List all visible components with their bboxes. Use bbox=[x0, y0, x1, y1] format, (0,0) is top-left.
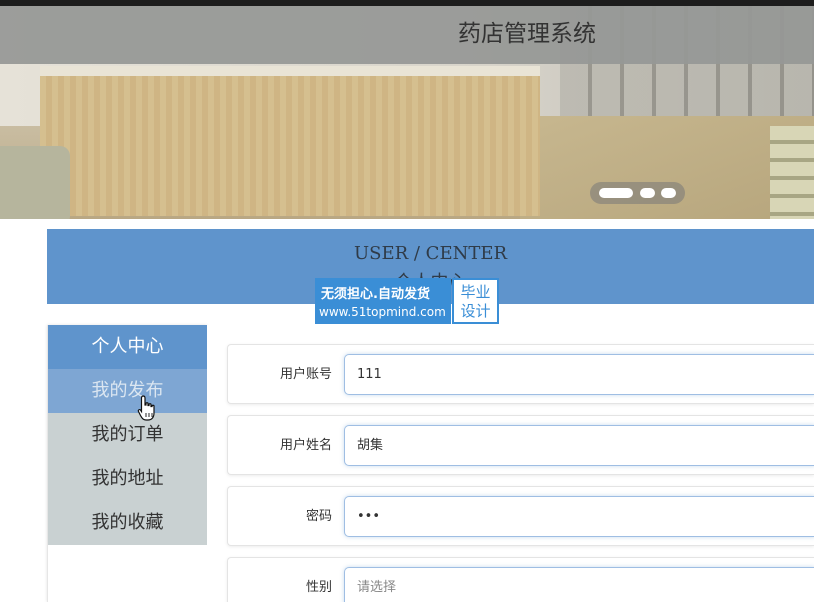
carousel-dot-3[interactable] bbox=[661, 188, 676, 198]
hand-pointer-icon bbox=[137, 395, 155, 421]
password-input[interactable]: ••• bbox=[344, 496, 814, 537]
sidebar-item-my-posts[interactable]: 我的发布 bbox=[48, 369, 207, 413]
header-bar: 药店管理系统 bbox=[0, 6, 814, 64]
watermark-tag-line2: 设计 bbox=[460, 302, 491, 320]
banner-chairs bbox=[770, 126, 814, 219]
user-sidebar: 个人中心 我的发布 我的订单 我的地址 我的收藏 bbox=[47, 325, 207, 602]
watermark-tag-line1: 毕业 bbox=[460, 283, 491, 301]
carousel-dot-1[interactable] bbox=[599, 188, 633, 198]
sidebar-item-my-favorites[interactable]: 我的收藏 bbox=[48, 501, 207, 545]
carousel-dot-2[interactable] bbox=[640, 188, 655, 198]
name-input[interactable]: 胡集 bbox=[344, 425, 814, 466]
account-input[interactable]: 111 bbox=[344, 354, 814, 395]
account-label: 用户账号 bbox=[279, 367, 332, 382]
user-center-title-en: USER / CENTER bbox=[353, 243, 508, 264]
sidebar-item-profile[interactable]: 个人中心 bbox=[48, 325, 207, 369]
name-label: 用户姓名 bbox=[279, 438, 332, 453]
watermark-text-block: 无须担心.自动发货 www.51topmind.com bbox=[315, 278, 451, 324]
watermark-tag: 毕业 设计 bbox=[452, 278, 499, 324]
watermark-url: www.51topmind.com bbox=[319, 305, 446, 319]
password-label: 密码 bbox=[305, 509, 332, 524]
site-title: 药店管理系统 bbox=[458, 21, 596, 47]
banner-counter bbox=[40, 66, 540, 216]
banner-chair bbox=[0, 146, 70, 219]
watermark-slogan: 无须担心.自动发货 bbox=[321, 287, 430, 302]
form-row-account: 用户账号 111 bbox=[227, 344, 814, 404]
sidebar-item-my-orders[interactable]: 我的订单 bbox=[48, 413, 207, 457]
form-row-name: 用户姓名 胡集 bbox=[227, 415, 814, 475]
sidebar-item-my-address[interactable]: 我的地址 bbox=[48, 457, 207, 501]
form-row-password: 密码 ••• bbox=[227, 486, 814, 546]
gender-select[interactable]: 请选择 bbox=[344, 567, 814, 602]
form-row-gender: 性别 请选择 bbox=[227, 557, 814, 602]
carousel-indicators bbox=[590, 182, 685, 204]
gender-label: 性别 bbox=[305, 580, 332, 595]
watermark-badge: 无须担心.自动发货 www.51topmind.com 毕业 设计 bbox=[315, 278, 499, 324]
